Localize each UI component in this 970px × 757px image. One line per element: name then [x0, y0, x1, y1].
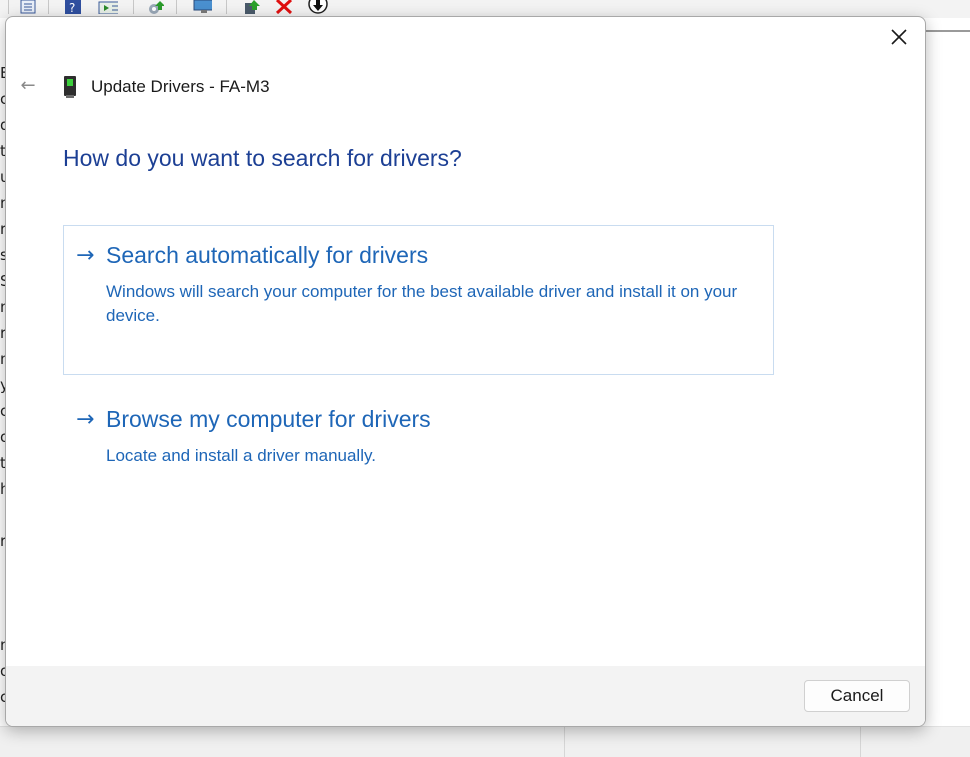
toolbar-separator: [133, 0, 134, 14]
svg-text:?: ?: [69, 1, 75, 14]
arrow-right-icon: →: [76, 407, 95, 432]
page-heading: How do you want to search for drivers?: [63, 145, 462, 171]
back-button[interactable]: ←: [16, 73, 40, 97]
search-automatically-option[interactable]: → Search automatically for drivers Windo…: [63, 225, 774, 375]
status-divider: [564, 727, 565, 757]
cancel-button[interactable]: Cancel: [804, 680, 910, 712]
browse-computer-option[interactable]: → Browse my computer for drivers Locate …: [63, 389, 774, 481]
back-arrow-icon: ←: [20, 74, 36, 96]
scan-hardware-icon[interactable]: [144, 0, 164, 14]
option-header: → Browse my computer for drivers: [76, 406, 431, 433]
close-button[interactable]: [883, 25, 915, 53]
uninstall-icon[interactable]: [274, 0, 294, 14]
arrow-right-icon: →: [76, 243, 95, 268]
toolbar-separator: [176, 0, 177, 14]
action-icon[interactable]: [98, 0, 118, 14]
dialog-footer: Cancel: [6, 666, 925, 726]
properties-icon[interactable]: [18, 0, 38, 14]
option-title: Search automatically for drivers: [106, 242, 429, 268]
dialog-title-row: Update Drivers - FA-M3: [63, 73, 270, 101]
window-edge: [925, 30, 970, 32]
dialog-title: Update Drivers - FA-M3: [91, 77, 270, 96]
option-description: Windows will search your computer for th…: [106, 282, 738, 325]
status-bar: [0, 726, 970, 757]
toolbar-separator: [8, 0, 9, 14]
status-divider: [860, 727, 861, 757]
device-icon: [63, 76, 77, 98]
disable-icon[interactable]: [308, 0, 328, 14]
update-driver-icon[interactable]: [242, 0, 262, 14]
toolbar-separator: [48, 0, 49, 14]
option-header: → Search automatically for drivers: [76, 242, 428, 269]
close-icon: [890, 28, 908, 50]
help-icon[interactable]: ?: [63, 0, 83, 14]
display-icon[interactable]: [192, 0, 212, 14]
option-title: Browse my computer for drivers: [106, 406, 431, 432]
update-drivers-dialog: ← Update Drivers - FA-M3 How do you want…: [5, 16, 926, 727]
option-description: Locate and install a driver manually.: [106, 446, 376, 465]
toolbar-separator: [226, 0, 227, 14]
